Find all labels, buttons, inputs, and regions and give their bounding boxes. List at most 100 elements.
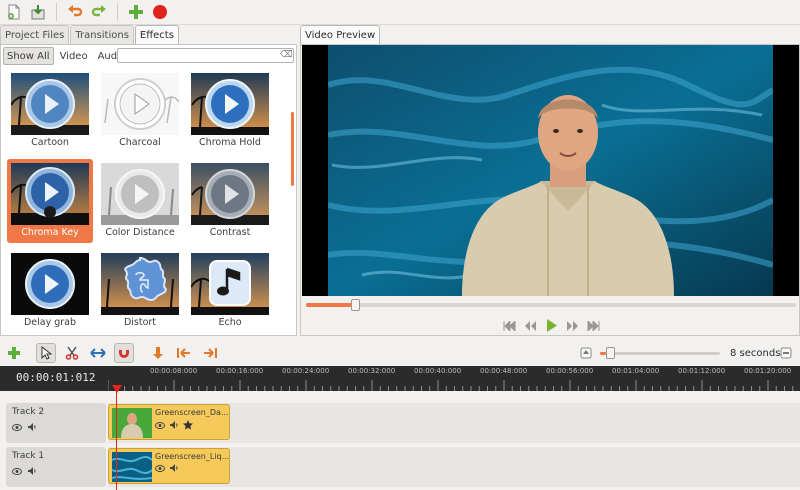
track-header[interactable]: Track 2 xyxy=(6,403,106,443)
speaker-icon[interactable] xyxy=(27,467,37,475)
playhead-line[interactable] xyxy=(116,385,117,490)
track-row: Track 1 Greenscreen_Liq... xyxy=(0,447,800,487)
effect-echo[interactable]: Echo xyxy=(187,249,273,333)
select-tool-button[interactable] xyxy=(36,343,56,363)
seek-handle[interactable] xyxy=(351,299,360,311)
jump-start-icon xyxy=(503,320,516,331)
zoom-label: 8 seconds xyxy=(730,348,781,359)
tab-effects[interactable]: Effects xyxy=(134,25,179,44)
play-icon xyxy=(547,319,557,332)
filter-video-button[interactable]: Video xyxy=(56,47,92,65)
eye-icon[interactable] xyxy=(12,423,22,431)
effect-color-distance[interactable]: Color Distance xyxy=(97,159,183,243)
track-lane[interactable]: Greenscreen_Da... xyxy=(108,403,800,443)
effect-thumbnail xyxy=(101,253,179,315)
effect-contrast[interactable]: Contrast xyxy=(187,159,273,243)
effect-delay-grab[interactable]: Delay grab xyxy=(7,249,93,333)
zoom-handle[interactable] xyxy=(606,347,615,359)
tab-video-preview[interactable]: Video Preview xyxy=(300,25,381,44)
fast-forward-button[interactable] xyxy=(566,319,579,332)
effect-cartoon[interactable]: Cartoon xyxy=(7,69,93,153)
effects-panel: Show All Video Audio ⌫ Cartoon Charcoal … xyxy=(0,44,297,336)
jump-end-icon xyxy=(587,320,600,331)
effect-label: Delay grab xyxy=(23,317,77,328)
left-dock: Project Files Transitions Effects Show A… xyxy=(0,25,297,336)
effect-star-icon[interactable] xyxy=(183,420,193,430)
clear-search-icon[interactable]: ⌫ xyxy=(280,50,293,61)
clip[interactable]: Greenscreen_Liq... xyxy=(108,448,230,484)
filter-show-all-button[interactable]: Show All xyxy=(3,47,54,65)
effects-search-input[interactable]: ⌫ xyxy=(117,48,294,63)
save-icon xyxy=(31,5,45,20)
tab-transitions[interactable]: Transitions xyxy=(70,25,134,44)
speaker-icon[interactable] xyxy=(169,464,179,472)
effects-filter-row: Show All Video Audio xyxy=(3,47,130,65)
speaker-icon[interactable] xyxy=(169,421,179,429)
pointer-icon xyxy=(41,346,52,360)
track-lane[interactable]: Greenscreen_Liq... xyxy=(108,447,800,487)
ruler-label: 00:00:08:000 xyxy=(150,367,198,375)
snapping-toggle-button[interactable] xyxy=(114,343,134,363)
eye-icon[interactable] xyxy=(12,467,22,475)
ruler-label: 00:00:32:000 xyxy=(348,367,396,375)
ruler-label: 00:00:56:000 xyxy=(546,367,594,375)
track-row: Track 2 Greenscreen_Da... xyxy=(0,403,800,443)
effect-thumbnail xyxy=(11,253,89,315)
eye-icon[interactable] xyxy=(155,464,165,472)
speaker-icon[interactable] xyxy=(27,423,37,431)
effect-thumbnail xyxy=(11,73,89,135)
jump-end-button[interactable] xyxy=(587,319,600,332)
jump-start-button[interactable] xyxy=(503,319,516,332)
preview-seek-bar[interactable] xyxy=(306,299,796,311)
plus-icon xyxy=(8,347,20,359)
effect-label: Chroma Hold xyxy=(199,137,261,148)
record-button[interactable] xyxy=(150,2,170,22)
add-track-button[interactable] xyxy=(126,2,146,22)
track-header[interactable]: Track 1 xyxy=(6,447,106,487)
timeline-toolbar: 8 seconds xyxy=(0,340,800,366)
rewind-button[interactable] xyxy=(524,319,537,332)
effect-charcoal[interactable]: Charcoal xyxy=(97,69,183,153)
ruler-label: 00:00:16:000 xyxy=(216,367,264,375)
effect-thumbnail xyxy=(191,73,269,135)
toolbar-separator xyxy=(56,3,57,21)
effects-grid: Cartoon Charcoal Chroma Hold Chroma Key … xyxy=(5,69,285,335)
transport-controls xyxy=(503,319,600,332)
resize-arrows-icon xyxy=(90,348,106,358)
new-project-button[interactable] xyxy=(4,2,24,22)
undo-button[interactable] xyxy=(65,2,85,22)
next-marker-icon xyxy=(204,348,217,358)
zoom-in-icon xyxy=(780,347,792,359)
playhead-marker[interactable] xyxy=(112,385,122,393)
effect-label: Cartoon xyxy=(31,137,69,148)
resize-tool-button[interactable] xyxy=(88,343,108,363)
effect-label: Charcoal xyxy=(119,137,161,148)
track-controls xyxy=(12,467,37,475)
add-marker-button[interactable] xyxy=(148,343,168,363)
effect-chroma-key[interactable]: Chroma Key xyxy=(7,159,93,243)
clip[interactable]: Greenscreen_Da... xyxy=(108,404,230,440)
track-name: Track 1 xyxy=(12,451,45,461)
clip-icons xyxy=(155,464,179,472)
tab-project-files[interactable]: Project Files xyxy=(0,25,70,44)
redo-button[interactable] xyxy=(89,2,109,22)
rewind-icon xyxy=(525,320,536,331)
effects-scrollbar[interactable] xyxy=(291,112,294,186)
zoom-out-icon xyxy=(580,347,592,359)
puzzle-icon xyxy=(101,253,179,315)
razor-tool-button[interactable] xyxy=(62,343,82,363)
zoom-slider[interactable] xyxy=(600,347,720,359)
effect-chroma-hold[interactable]: Chroma Hold xyxy=(187,69,273,153)
track-controls xyxy=(12,423,37,431)
effect-distort[interactable]: Distort xyxy=(97,249,183,333)
eye-icon[interactable] xyxy=(155,421,165,429)
clip-thumbnail xyxy=(112,452,152,482)
play-button[interactable] xyxy=(545,319,558,332)
add-track-button[interactable] xyxy=(4,343,24,363)
save-project-button[interactable] xyxy=(28,2,48,22)
zoom-out-button[interactable] xyxy=(576,343,596,363)
zoom-in-button[interactable] xyxy=(776,343,796,363)
previous-marker-button[interactable] xyxy=(174,343,194,363)
next-marker-button[interactable] xyxy=(200,343,220,363)
effect-label: Contrast xyxy=(209,227,251,238)
